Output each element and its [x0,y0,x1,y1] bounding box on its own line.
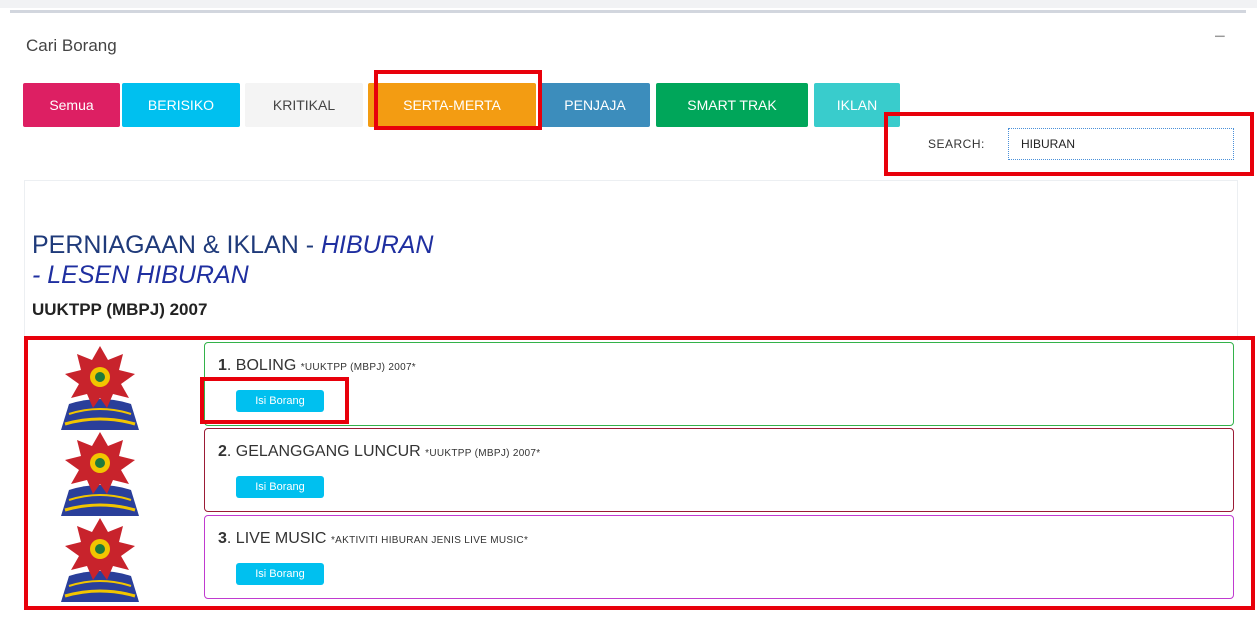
form-name: . GELANGGANG LUNCUR [226,443,426,460]
form-title: 1. BOLING *UUKTPP (MBPJ) 2007* [218,357,416,375]
tab-semua[interactable]: Semua [23,83,120,127]
top-bar [0,0,1257,8]
tab-berisiko[interactable]: BERISIKO [122,83,240,127]
mbpj-emblem-icon [61,346,139,430]
heading-category: PERNIAGAAN & IKLAN - [32,231,321,259]
tab-serta-merta[interactable]: SERTA-MERTA [368,83,536,127]
heading-subcategory: HIBURAN [320,231,434,259]
search-label: SEARCH: [928,137,985,151]
collapse-icon[interactable]: − [1214,26,1226,49]
isi-borang-button[interactable]: Isi Borang [236,476,324,498]
form-title: 3. LIVE MUSIC *AKTIVITI HIBURAN JENIS LI… [218,530,528,548]
section-heading: PERNIAGAAN & IKLAN - HIBURAN - LESEN HIB… [32,230,433,290]
form-number: 2 [218,443,227,460]
form-number: 1 [218,357,227,374]
mbpj-emblem-icon [61,518,139,602]
form-note: *AKTIVITI HIBURAN JENIS LIVE MUSIC* [330,535,529,546]
form-name: . LIVE MUSIC [226,530,331,547]
form-name: . BOLING [226,357,301,374]
section-act: UUKTPP (MBPJ) 2007 [32,300,208,319]
search-input[interactable] [1008,128,1234,160]
tab-penjaja[interactable]: PENJAJA [540,83,650,127]
form-card-gelanggang-luncur: 2. GELANGGANG LUNCUR *UUKTPP (MBPJ) 2007… [204,428,1234,512]
mbpj-emblem-icon [61,432,139,516]
form-card-live-music: 3. LIVE MUSIC *AKTIVITI HIBURAN JENIS LI… [204,515,1234,599]
form-number: 3 [218,530,227,547]
form-card-boling: 1. BOLING *UUKTPP (MBPJ) 2007* Isi Boran… [204,342,1234,426]
form-note: *UUKTPP (MBPJ) 2007* [300,362,416,373]
isi-borang-button[interactable]: Isi Borang [236,563,324,585]
tab-iklan[interactable]: IKLAN [814,83,900,127]
heading-license: - LESEN HIBURAN [32,261,249,289]
panel-title: Cari Borang [26,36,117,55]
form-title: 2. GELANGGANG LUNCUR *UUKTPP (MBPJ) 2007… [218,443,540,461]
form-note: *UUKTPP (MBPJ) 2007* [425,448,541,459]
tab-smart-trak[interactable]: SMART TRAK [656,83,808,127]
tab-kritikal[interactable]: KRITIKAL [245,83,363,127]
isi-borang-button[interactable]: Isi Borang [236,390,324,412]
